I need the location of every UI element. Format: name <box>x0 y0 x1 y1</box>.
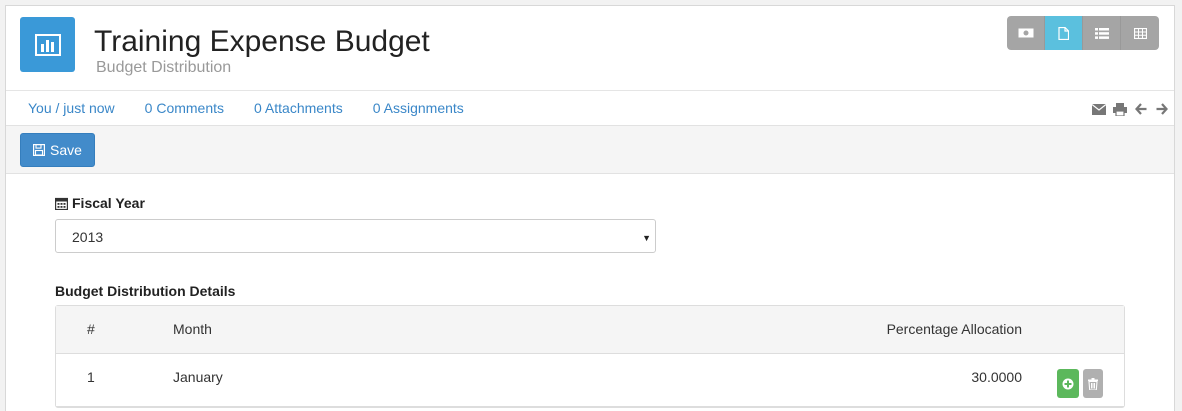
page-header: Training Expense Budget Budget Distribut… <box>6 6 1174 91</box>
page-subtitle: Budget Distribution <box>96 59 232 76</box>
list-view-button[interactable] <box>1083 16 1121 50</box>
toolbar: Save <box>6 126 1174 174</box>
save-button[interactable]: Save <box>20 133 95 167</box>
save-button-label: Save <box>50 142 82 158</box>
caret-down-icon: ▼ <box>642 233 651 243</box>
fiscal-year-value: 2013 <box>72 229 104 245</box>
money-icon <box>1018 28 1034 38</box>
row-month: January <box>173 369 223 385</box>
form-window: Training Expense Budget Budget Distribut… <box>5 5 1175 411</box>
document-icon <box>1058 26 1069 40</box>
row-percentage: 30.0000 <box>971 369 1022 385</box>
view-switcher <box>1007 16 1159 50</box>
owner-link[interactable]: You / just now <box>28 100 115 116</box>
table-view-button[interactable] <box>1121 16 1159 50</box>
add-row-button[interactable] <box>1057 369 1079 398</box>
fiscal-year-select[interactable]: 2013 ▼ <box>55 219 656 253</box>
print-icon[interactable] <box>1112 102 1127 116</box>
assignments-link[interactable]: 0 Assignments <box>373 100 464 116</box>
floppy-disk-icon <box>33 144 45 156</box>
fiscal-year-label: Fiscal Year <box>55 195 145 211</box>
budget-distribution-table: # Month Percentage Allocation 1 January … <box>55 305 1125 408</box>
comments-link[interactable]: 0 Comments <box>145 100 224 116</box>
money-view-button[interactable] <box>1007 16 1045 50</box>
form-view-button[interactable] <box>1045 16 1083 50</box>
column-header-percentage: Percentage Allocation <box>886 321 1022 337</box>
column-header-num: # <box>87 321 95 337</box>
column-header-month: Month <box>173 321 212 337</box>
trash-icon <box>1088 377 1098 390</box>
table-row[interactable]: 1 January 30.0000 <box>56 354 1124 407</box>
fiscal-year-label-text: Fiscal Year <box>72 195 145 211</box>
arrow-left-icon[interactable] <box>1133 102 1148 116</box>
budget-details-label: Budget Distribution Details <box>55 283 236 299</box>
arrow-right-icon[interactable] <box>1154 102 1169 116</box>
bar-chart-icon <box>20 17 75 72</box>
meta-bar: You / just now 0 Comments 0 Attachments … <box>6 91 1174 126</box>
table-header: # Month Percentage Allocation <box>56 306 1124 354</box>
row-num: 1 <box>87 369 95 385</box>
plus-circle-icon <box>1062 378 1074 390</box>
attachments-link[interactable]: 0 Attachments <box>254 100 343 116</box>
delete-row-button[interactable] <box>1083 369 1103 398</box>
list-icon <box>1094 27 1109 39</box>
calendar-icon <box>55 197 68 210</box>
envelope-icon[interactable] <box>1091 102 1106 116</box>
table-icon <box>1133 27 1147 39</box>
page-title: Training Expense Budget <box>94 25 430 58</box>
